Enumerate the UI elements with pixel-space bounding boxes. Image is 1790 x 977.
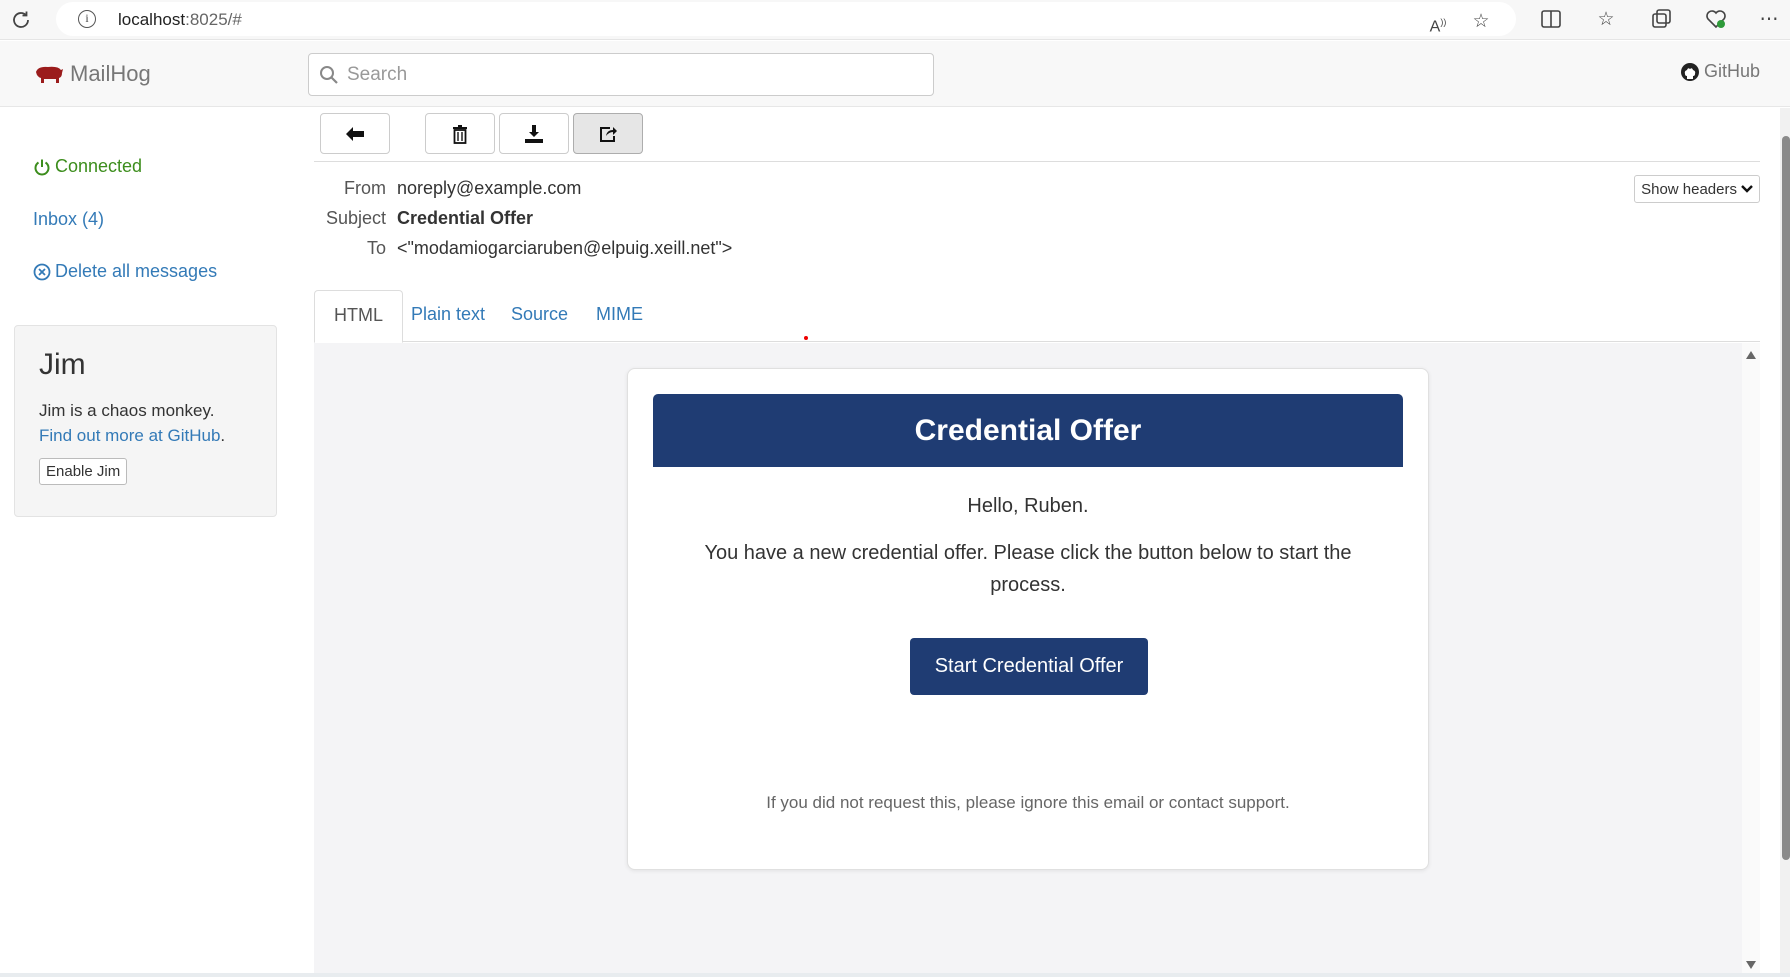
jim-description: Jim is a chaos monkey. Find out more at …: [39, 398, 269, 448]
tab-source[interactable]: Source: [492, 290, 587, 342]
download-icon: [525, 124, 543, 143]
page-scrollbar-thumb[interactable]: [1782, 136, 1790, 860]
address-bar[interactable]: i localhost:8025/# A)) ☆: [56, 2, 1516, 36]
email-footnote: If you did not request this, please igno…: [766, 793, 1290, 812]
from-value: noreply@example.com: [397, 178, 582, 198]
jim-text: Jim is a chaos monkey.: [39, 401, 215, 420]
sidebar-item-inbox[interactable]: Inbox (4): [33, 209, 104, 230]
inbox-label: Inbox (4): [33, 209, 105, 229]
enable-jim-button[interactable]: Enable Jim: [39, 458, 128, 485]
email-greeting: Hello, Ruben.: [967, 495, 1089, 517]
github-link[interactable]: GitHub: [1680, 61, 1760, 82]
browser-essentials-icon[interactable]: [1704, 8, 1728, 32]
jim-github-link[interactable]: Find out more at GitHub: [39, 426, 220, 445]
sidebar: Connected Inbox (4) Delete all messages …: [0, 108, 300, 977]
download-button[interactable]: [499, 113, 569, 154]
message-toolbar: [314, 113, 1760, 162]
brand-link[interactable]: MailHog: [34, 59, 151, 89]
hog-logo-icon: [36, 66, 63, 83]
mailhog-navbar: MailHog GitHub: [0, 41, 1790, 107]
email-card: Credential Offer Hello, Ruben. You have …: [627, 368, 1429, 870]
subject-label: Subject: [325, 208, 386, 228]
subject-value: Credential Offer: [397, 208, 534, 228]
github-icon: [1680, 62, 1699, 81]
jim-link-suffix: .: [220, 426, 226, 445]
collections-icon[interactable]: [1649, 8, 1673, 32]
red-dot-marker: [804, 336, 808, 340]
tab-plain-text[interactable]: Plain text: [392, 290, 504, 342]
show-headers-button[interactable]: Show headers: [1634, 175, 1760, 203]
share-icon: [600, 126, 617, 142]
favorite-star-icon[interactable]: ☆: [1469, 10, 1493, 34]
release-message-button[interactable]: [573, 113, 643, 154]
show-headers-label: Show headers: [1641, 180, 1737, 198]
delete-all-messages-link[interactable]: Delete all messages: [33, 261, 217, 282]
trash-icon: [453, 124, 467, 144]
preview-scrollbar[interactable]: [1742, 343, 1760, 977]
more-options-icon[interactable]: ⋯: [1757, 8, 1781, 32]
tab-mime[interactable]: MIME: [577, 290, 662, 342]
page-scrollbar[interactable]: [1780, 108, 1790, 977]
tab-html[interactable]: HTML: [314, 290, 403, 343]
connected-status[interactable]: Connected: [33, 156, 142, 177]
site-info-icon[interactable]: i: [78, 10, 96, 28]
back-button[interactable]: [320, 113, 390, 154]
favorites-icon[interactable]: ☆: [1594, 8, 1618, 32]
split-screen-icon[interactable]: [1539, 8, 1563, 32]
url-text[interactable]: localhost:8025/#: [118, 10, 242, 30]
view-tabs: HTML Plain text Source MIME: [314, 290, 1760, 343]
chevron-down-icon: [1741, 185, 1753, 193]
search-box[interactable]: [308, 53, 934, 96]
github-label: GitHub: [1703, 61, 1760, 81]
scroll-up-arrow-icon[interactable]: [1746, 351, 1756, 359]
search-input[interactable]: [347, 60, 917, 90]
browser-toolbar: i localhost:8025/# A)) ☆ ☆ ⋯: [0, 0, 1790, 40]
arrow-left-icon: [346, 126, 364, 141]
jim-panel: Jim Jim is a chaos monkey. Find out more…: [14, 325, 277, 517]
reload-icon[interactable]: [9, 8, 33, 32]
email-body-text: You have a new credential offer. Please …: [704, 542, 1352, 596]
to-label: To: [366, 238, 386, 258]
jim-title: Jim: [39, 348, 86, 381]
html-preview: Credential Offer Hello, Ruben. You have …: [314, 343, 1742, 977]
power-icon: [34, 159, 50, 175]
search-icon: [320, 66, 338, 84]
scroll-down-arrow-icon[interactable]: [1746, 961, 1756, 969]
to-value: <"modamiogarciaruben@elpuig.xeill.net">: [397, 238, 733, 258]
connected-label: Connected: [55, 156, 143, 176]
message-view: From noreply@example.com Subject Credent…: [314, 108, 1760, 977]
delete-all-label: Delete all messages: [55, 261, 218, 281]
read-aloud-icon[interactable]: A)): [1426, 10, 1450, 35]
delete-message-button[interactable]: [425, 113, 495, 154]
brand-name: MailHog: [70, 61, 151, 86]
remove-circle-icon: [33, 263, 51, 280]
from-label: From: [344, 178, 386, 198]
bottom-edge: [0, 973, 1790, 977]
start-credential-offer-button[interactable]: Start Credential Offer: [910, 638, 1148, 695]
email-header-title: Credential Offer: [653, 394, 1403, 467]
